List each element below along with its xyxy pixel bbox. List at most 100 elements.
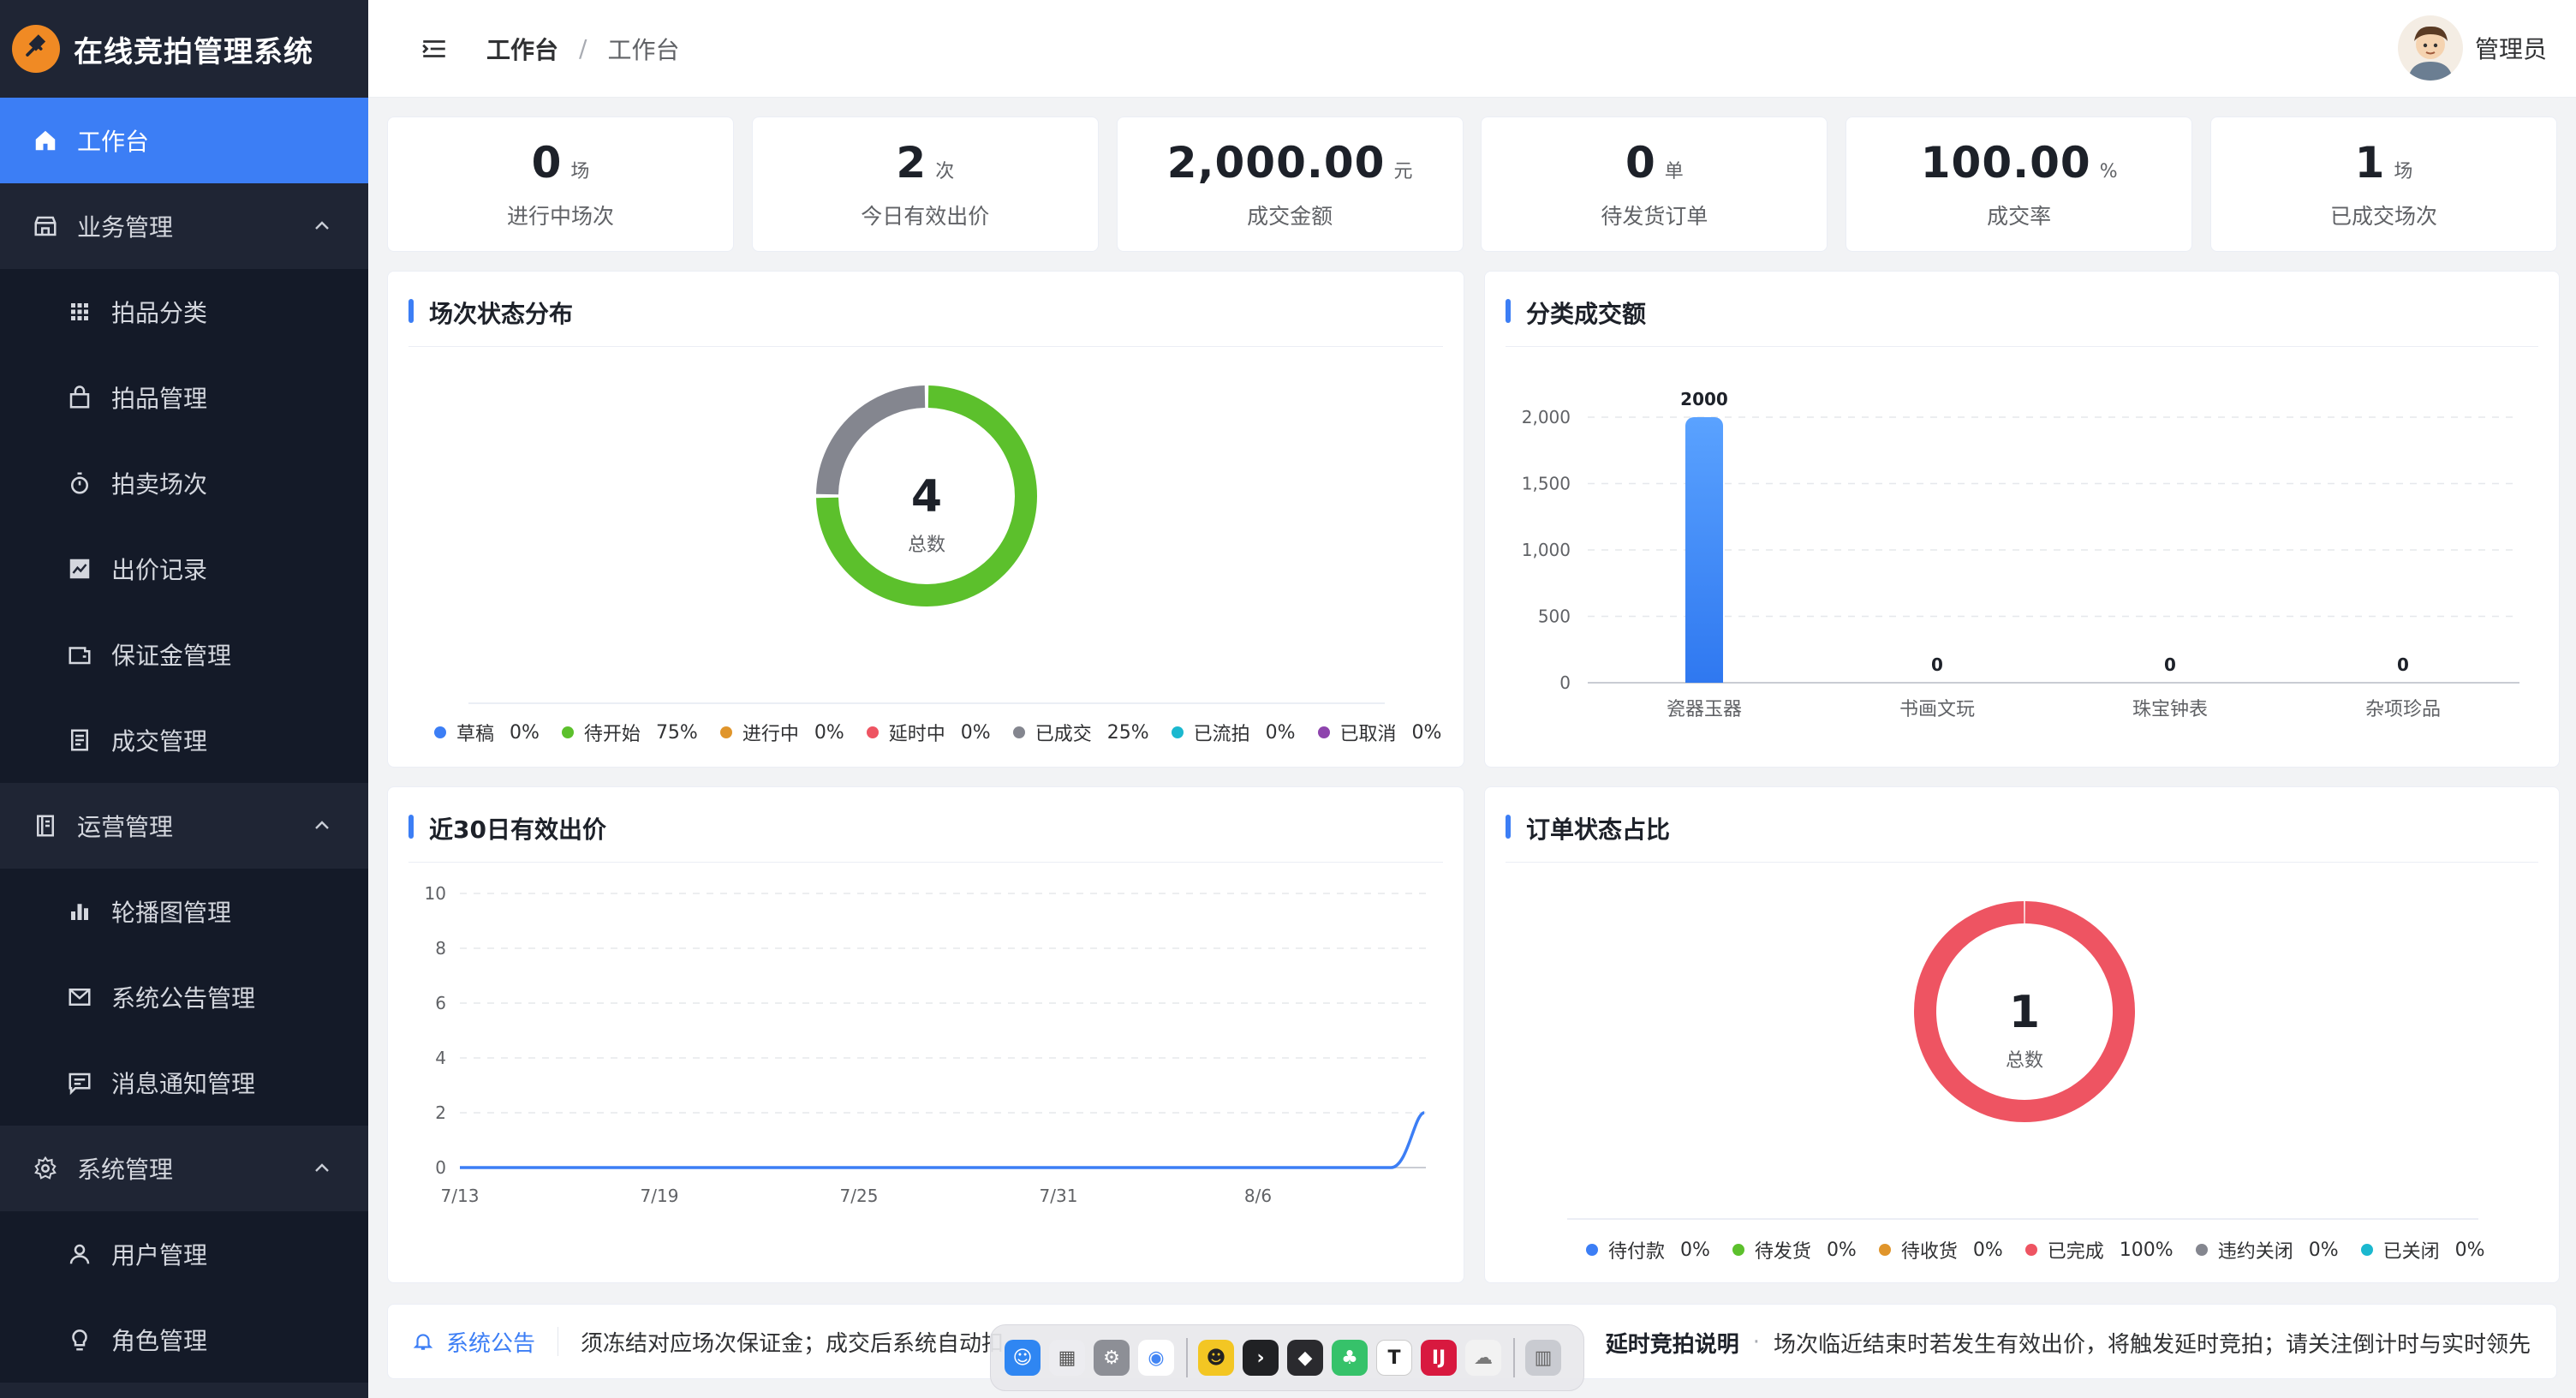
stat-label: 成交金额 <box>1247 204 1333 229</box>
stopwatch-icon <box>65 469 94 498</box>
home-icon <box>31 126 60 155</box>
legend-percent: 0% <box>2454 1239 2485 1261</box>
ide-icon[interactable]: IJ <box>1421 1340 1457 1376</box>
legend-label: 待发货 <box>1754 1241 1811 1263</box>
legend-item[interactable]: 待发货 0% <box>1732 1236 1857 1264</box>
sidebar-item-5[interactable]: 出价记录 <box>0 526 368 612</box>
sidebar-item-2[interactable]: 拍品分类 <box>0 269 368 355</box>
sidebar-item-8[interactable]: 运营管理 <box>0 783 368 869</box>
legend-item[interactable]: 已取消 0% <box>1317 719 1441 746</box>
legend-dot-icon <box>2024 1244 2037 1256</box>
settings-icon[interactable]: ⚙ <box>1094 1340 1130 1376</box>
breadcrumb-root[interactable]: 工作台 <box>486 32 558 66</box>
sidebar-item-label: 拍卖场次 <box>111 470 208 499</box>
legend-dot-icon <box>1586 1244 1598 1256</box>
sidebar-item-4[interactable]: 拍卖场次 <box>0 440 368 526</box>
cube-app-icon[interactable]: ◆ <box>1287 1340 1323 1376</box>
sidebar-item-11[interactable]: 消息通知管理 <box>0 1040 368 1126</box>
stat-card: 100.00% 成交率 <box>1846 116 2193 252</box>
notice-tag[interactable]: 系统公告 <box>446 1326 535 1358</box>
legend-dot-icon <box>866 726 879 738</box>
legend-item[interactable]: 已流拍 0% <box>1171 719 1296 746</box>
chevron-up-icon[interactable] <box>312 816 332 836</box>
os-dock: ☺ ▦ ⚙ ◉ ☻ › ◆ ♣ T IJ ☁ ▥ <box>990 1324 1584 1391</box>
bag-icon <box>65 383 94 412</box>
menu-fold-icon[interactable] <box>420 34 449 63</box>
bar-value-label: 0 <box>2397 654 2409 675</box>
donut-total-value: 1 <box>2009 987 2040 1038</box>
sidebar-item-label: 角色管理 <box>111 1327 208 1355</box>
legend-label: 待开始 <box>583 724 641 745</box>
app-logo[interactable]: 在线竞拍管理系统 <box>0 0 368 98</box>
trash-icon[interactable]: ▥ <box>1525 1340 1561 1376</box>
sidebar-item-label: 轮播图管理 <box>111 899 232 927</box>
stat-value: 1 <box>2354 138 2386 188</box>
stat-label: 待发货订单 <box>1601 204 1708 229</box>
sidebar-item-label: 运营管理 <box>77 813 174 841</box>
legend-percent: 0% <box>1680 1239 1710 1261</box>
cat-app-icon[interactable]: ☻ <box>1198 1340 1234 1376</box>
chrome-icon[interactable]: ◉ <box>1138 1340 1174 1376</box>
avatar[interactable] <box>2397 15 2463 81</box>
x-tick-label: 瓷器玉器 <box>1667 699 1742 720</box>
finder-icon[interactable]: ☺ <box>1005 1340 1041 1376</box>
notebook-icon <box>31 811 60 840</box>
delay-bid-text: 场次临近结束时若发生有效出价，将触发延时竞拍；请关注倒计时与实时领先 <box>1773 1331 2531 1358</box>
dock-separator <box>1186 1338 1188 1377</box>
legend-item[interactable]: 待收货 0% <box>1878 1236 2003 1264</box>
tree-app-icon[interactable]: ♣ <box>1332 1340 1368 1376</box>
notice-right: 延时竞拍说明 · 场次临近结束时若发生有效出价，将触发延时竞拍；请关注倒计时与实… <box>1605 1305 2531 1378</box>
legend-item[interactable]: 进行中 0% <box>719 719 844 746</box>
legend-item[interactable]: 违约关闭 0% <box>2195 1236 2339 1264</box>
chat-app-icon[interactable]: ☁ <box>1465 1340 1501 1376</box>
sidebar-item-0[interactable]: 工作台 <box>0 98 368 183</box>
stat-value: 2,000.00 <box>1166 138 1386 188</box>
store-icon <box>31 212 60 241</box>
legend-item[interactable]: 已完成 100% <box>2024 1236 2174 1264</box>
legend-dot-icon <box>2360 1244 2373 1256</box>
legend-item[interactable]: 已关闭 0% <box>2360 1236 2485 1264</box>
sidebar-item-7[interactable]: 成交管理 <box>0 697 368 783</box>
session-status-legend: 草稿 0% 待开始 75% 进行中 0% 延时中 0% 已成交 25% 已流拍 0% 已取消 0% <box>434 719 1441 746</box>
bids-30d-line-chart: 0 2 4 6 8 10 7/13 7/19 7/25 7/31 8/6 <box>425 883 1426 1206</box>
user-name: 管理员 <box>2474 35 2547 63</box>
x-tick-label: 书画文玩 <box>1899 699 1975 720</box>
legend-percent: 0% <box>1972 1239 2003 1261</box>
stat-value: 100.00 <box>1920 138 2091 188</box>
legend-item[interactable]: 草稿 0% <box>434 719 540 746</box>
breadcrumb-separator: / <box>579 34 587 63</box>
sidebar-item-1[interactable]: 业务管理 <box>0 183 368 269</box>
legend-item[interactable]: 待开始 75% <box>561 719 698 746</box>
stat-card: 0 单待发货订单 <box>1481 116 1828 252</box>
donut-total-label: 总数 <box>908 535 945 556</box>
top-header: 工作台 / 工作台 管理员 <box>368 0 2576 98</box>
sidebar-item-14[interactable]: 角色管理 <box>0 1297 368 1383</box>
legend-item[interactable]: 待付款 0% <box>1586 1236 1710 1264</box>
chevron-up-icon[interactable] <box>312 1158 332 1179</box>
sidebar-item-3[interactable]: 拍品管理 <box>0 355 368 440</box>
legend-percent: 0% <box>814 721 844 744</box>
sidebar-item-6[interactable]: 保证金管理 <box>0 612 368 697</box>
user-menu[interactable]: 管理员 <box>2397 15 2547 81</box>
y-tick-label: 500 <box>1538 606 1571 627</box>
sidebar-item-label: 拍品管理 <box>111 385 208 413</box>
legend-item[interactable]: 延时中 0% <box>866 719 991 746</box>
app-title: 在线竞拍管理系统 <box>74 34 313 69</box>
session-status-card: 场次状态分布 4 总数 草稿 0% 待开始 75% 进行中 0% 延时中 0% 已成交 25% 已流拍… <box>387 271 1464 768</box>
sidebar-item-label: 系统管理 <box>77 1156 174 1184</box>
legend-dot-icon <box>1171 726 1184 738</box>
terminal-icon[interactable]: › <box>1243 1340 1279 1376</box>
session-status-donut-chart: 4 总数 <box>468 385 1385 704</box>
legend-percent: 0% <box>1265 721 1296 744</box>
legend-item[interactable]: 已成交 25% <box>1012 719 1149 746</box>
chevron-up-icon[interactable] <box>312 216 332 236</box>
launchpad-icon[interactable]: ▦ <box>1049 1340 1085 1376</box>
sidebar-item-label: 消息通知管理 <box>111 1070 256 1098</box>
sidebar-item-12[interactable]: 系统管理 <box>0 1126 368 1211</box>
sidebar-item-label: 用户管理 <box>111 1241 208 1270</box>
sidebar-item-9[interactable]: 轮播图管理 <box>0 869 368 954</box>
typora-icon[interactable]: T <box>1376 1340 1412 1376</box>
sidebar-item-13[interactable]: 用户管理 <box>0 1211 368 1297</box>
sidebar-item-10[interactable]: 系统公告管理 <box>0 954 368 1040</box>
y-tick-label: 2,000 <box>1522 407 1571 427</box>
